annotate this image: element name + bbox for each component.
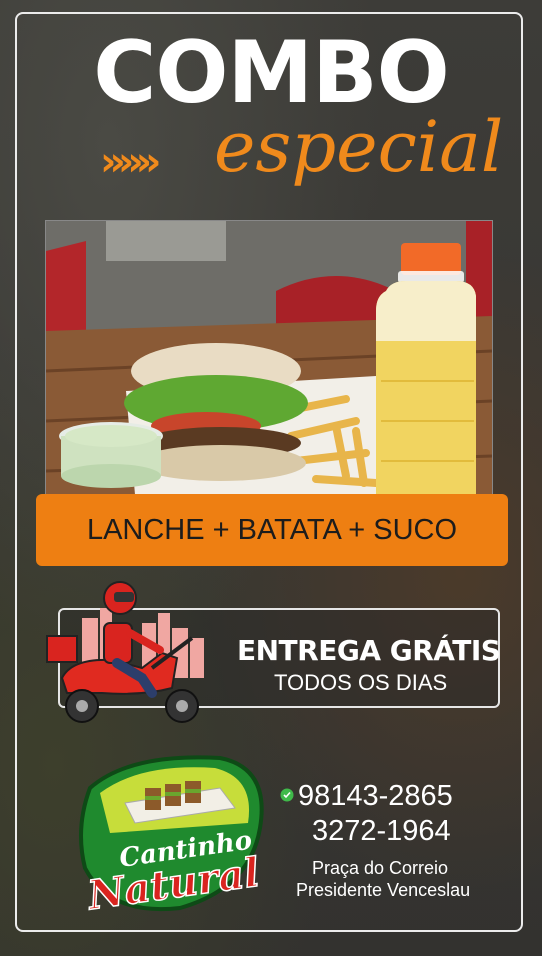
combo-offer-banner: LANCHE + BATATA + SUCO: [36, 494, 508, 566]
landline-phone[interactable]: 3272-1964: [312, 815, 451, 848]
whatsapp-phone[interactable]: 98143-2865: [298, 780, 453, 813]
whatsapp-icon: [280, 788, 294, 802]
chevron-right-icon: »»»: [100, 139, 161, 185]
free-delivery-headline: ENTREGA GRÁTIS: [237, 634, 501, 667]
free-delivery-subline: TODOS OS DIAS: [274, 670, 448, 695]
address-line2: Presidente Venceslau: [296, 880, 471, 900]
headline-especial: especial: [214, 106, 504, 188]
food-photo: [45, 220, 493, 522]
combo-offer-text: LANCHE + BATATA + SUCO: [86, 513, 458, 546]
food-photo-illustration: [46, 221, 492, 521]
headline-combo: COMBO: [93, 23, 449, 123]
cantinho-natural-logo: Cantinho Natural: [79, 755, 264, 918]
delivery-scooter-icon: [46, 581, 204, 723]
address-line1: Praça do Correio: [312, 858, 449, 878]
